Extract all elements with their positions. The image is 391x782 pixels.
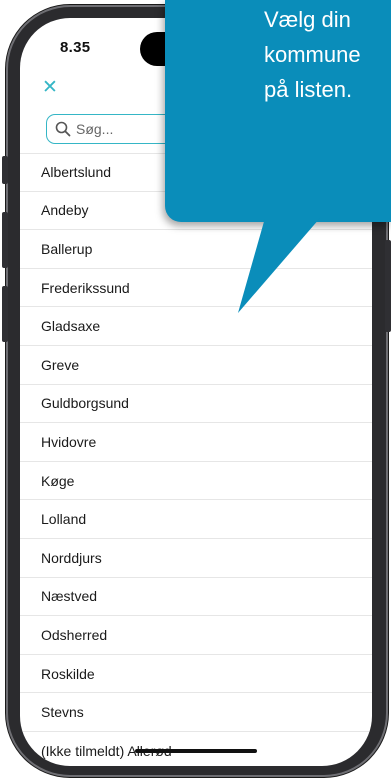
list-item[interactable]: Norddjurs xyxy=(20,539,372,578)
list-item[interactable]: Lolland xyxy=(20,500,372,539)
list-item[interactable]: Gladsaxe xyxy=(20,307,372,346)
status-time: 8.35 xyxy=(60,39,91,56)
list-item[interactable]: Ballerup xyxy=(20,230,372,269)
list-item[interactable]: Guldborgsund xyxy=(20,385,372,424)
list-item[interactable]: Næstved xyxy=(20,578,372,617)
action-button xyxy=(2,156,8,184)
volume-down-button xyxy=(2,286,8,342)
list-item[interactable]: Greve xyxy=(20,346,372,385)
list-item[interactable]: Roskilde xyxy=(20,655,372,694)
municipality-list: Albertslund Andeby Ballerup Frederikssund Gl… xyxy=(20,153,372,766)
home-indicator[interactable] xyxy=(135,749,257,753)
list-item[interactable]: Hvidovre xyxy=(20,423,372,462)
list-item[interactable]: Køge xyxy=(20,462,372,501)
search-icon xyxy=(55,121,71,137)
list-item[interactable]: Stevns xyxy=(20,693,372,732)
callout-text: Vælg din kommune på listen. xyxy=(264,2,390,107)
callout-line: Vælg din xyxy=(264,7,351,32)
volume-up-button xyxy=(2,212,8,268)
list-item[interactable]: Odsherred xyxy=(20,616,372,655)
list-item[interactable]: Frederikssund xyxy=(20,269,372,308)
callout-line: på listen. xyxy=(264,77,353,102)
close-icon[interactable]: ✕ xyxy=(40,78,60,98)
callout-line: kommune xyxy=(264,42,361,67)
power-button xyxy=(385,240,391,332)
